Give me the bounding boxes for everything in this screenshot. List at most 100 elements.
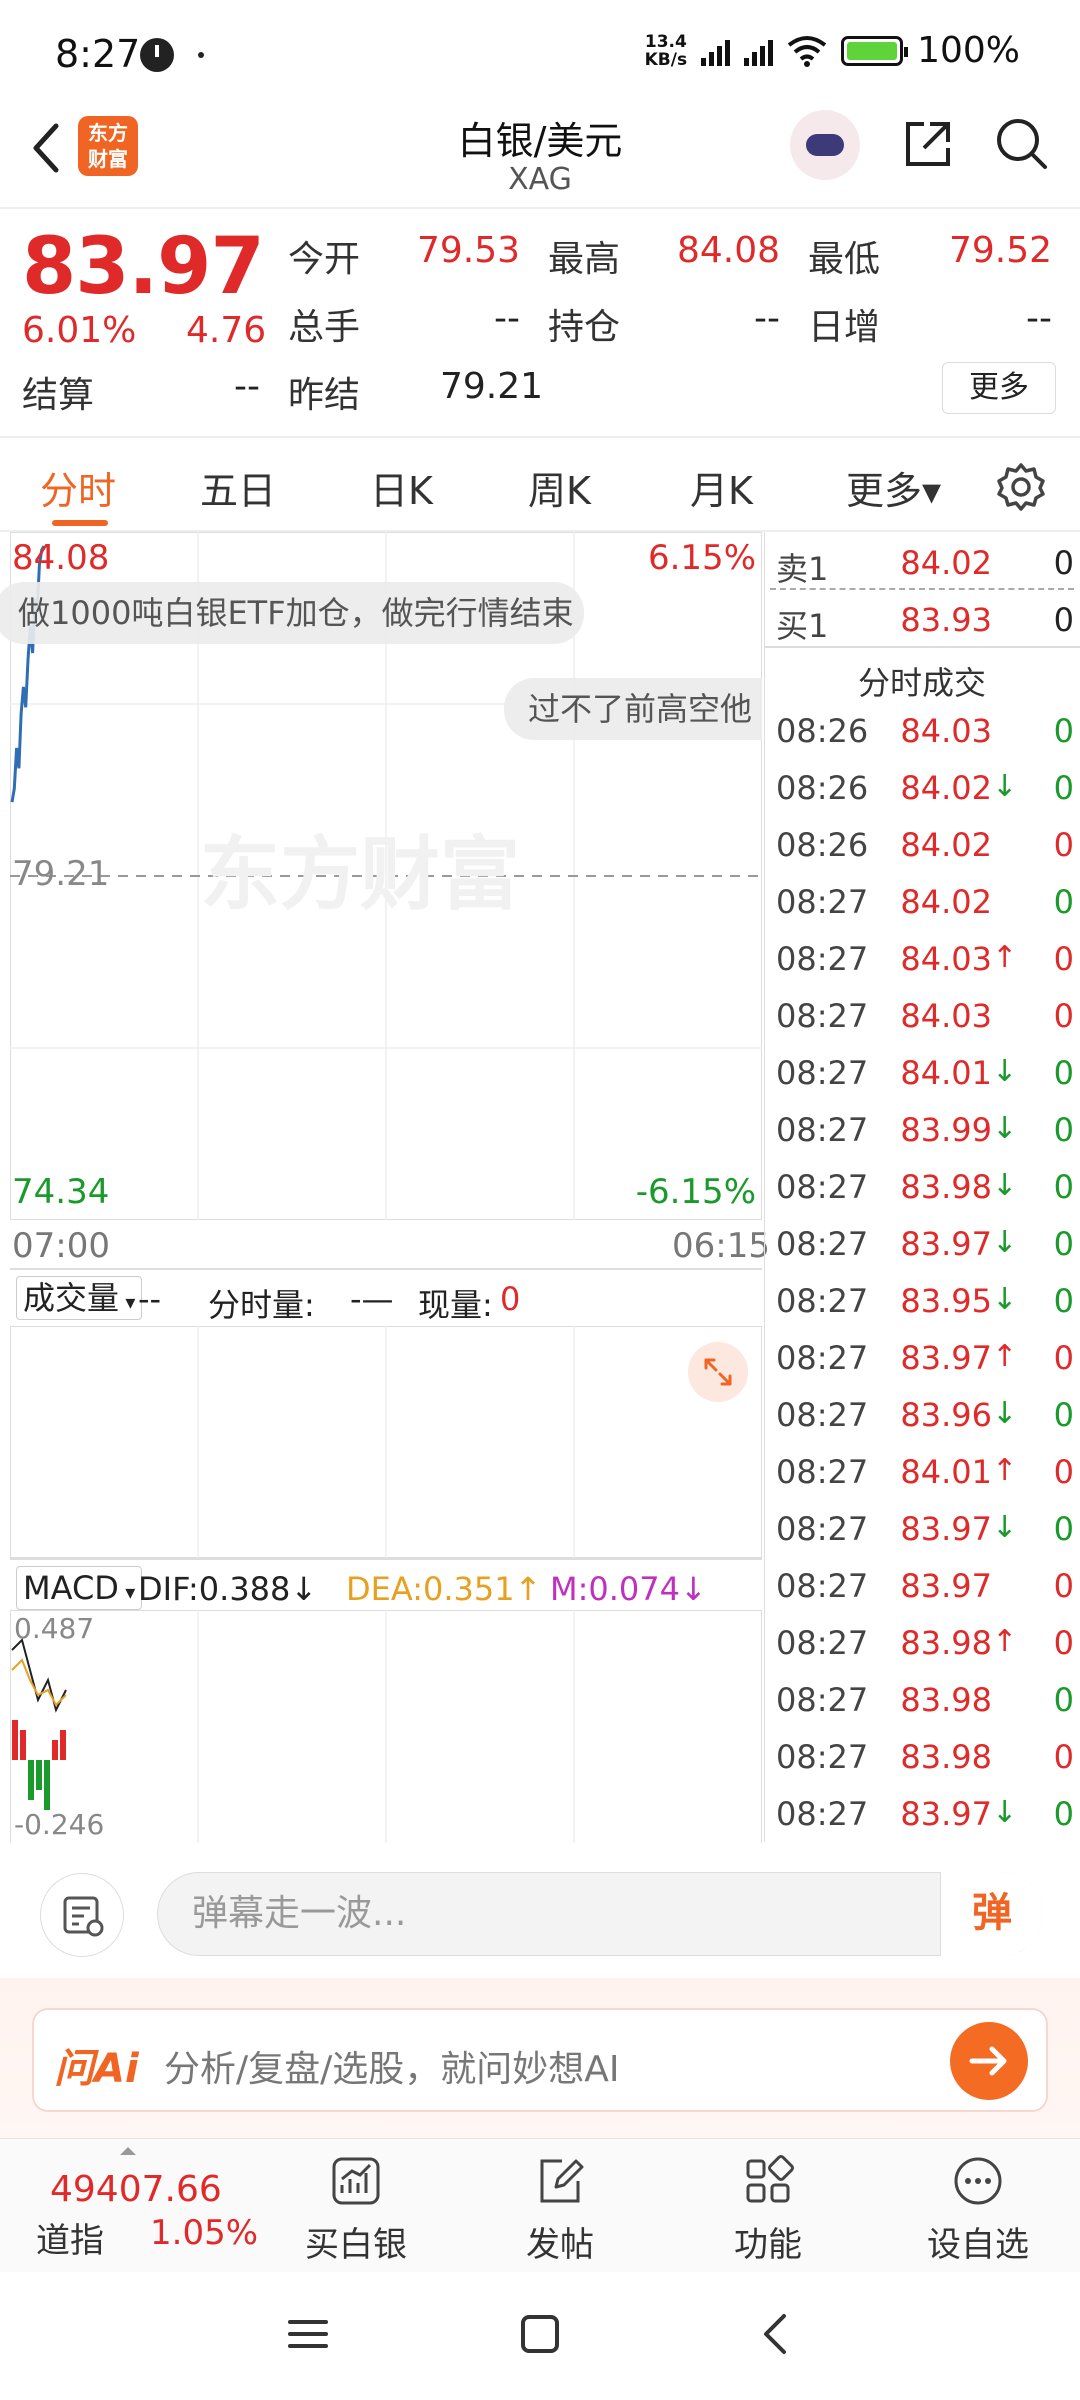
tick-price: 84.03 [900, 997, 992, 1035]
macd-dea: DEA:0.351↑ [346, 1570, 541, 1608]
tick-arrow: ↑ [992, 1453, 1018, 1488]
tick-qty: 0 [1053, 1168, 1074, 1206]
ticks-title: 分时成交 [857, 664, 986, 702]
bid-label: 买1 [776, 607, 829, 645]
battery-icon [841, 35, 909, 66]
tick-row: 08:26 84.02 0 [770, 814, 1080, 871]
tab-more[interactable]: 更多▾ [846, 460, 941, 515]
tick-arrow: ↓ [992, 1510, 1018, 1545]
dow-value: 49407.66 [50, 2169, 222, 2210]
pct-axis-bottom: -6.15% [635, 1172, 756, 1212]
tick-volume-value: -— [350, 1280, 394, 1318]
tick-row: 08:27 84.01 ↑ 0 [770, 1441, 1080, 1498]
tick-price: 84.03 [900, 712, 992, 750]
gear-icon[interactable] [996, 462, 1046, 512]
danmaku-send-button[interactable]: 弹 [940, 1872, 1043, 1956]
tick-qty: 0 [1053, 1339, 1074, 1377]
volume-value: -- [494, 298, 520, 339]
home-icon[interactable] [518, 2312, 562, 2356]
tick-row: 08:27 83.98 ↑ 0 [770, 1612, 1080, 1669]
more-quote-button[interactable]: 更多 [942, 362, 1056, 414]
functions-button[interactable]: 功能 [698, 2153, 838, 2265]
tab-weekly-k[interactable]: 周K [528, 460, 591, 515]
status-time: 8:27 [55, 32, 141, 76]
high-label: 最高 [548, 239, 621, 280]
tick-time: 08:27 [776, 1225, 869, 1263]
tick-time: 08:26 [776, 769, 869, 807]
tab-intraday[interactable]: 分时 [40, 460, 116, 515]
tick-qty: 0 [1053, 1054, 1074, 1092]
open-value: 79.53 [416, 230, 520, 271]
tick-qty: 0 [1053, 997, 1074, 1035]
tick-price: 83.98 [900, 1624, 992, 1662]
tick-price: 84.01 [900, 1054, 992, 1092]
macd-top-label: 0.487 [14, 1612, 95, 1645]
danmaku-settings-button[interactable] [40, 1873, 124, 1957]
bid-row: 买1 83.93 0 [770, 589, 1080, 646]
expand-chart-button[interactable] [688, 1342, 748, 1402]
search-icon[interactable] [992, 114, 1050, 172]
status-right: 13.4 KB/s 100% [645, 30, 1020, 71]
danmaku-bullet-2: 过不了前高空他 [504, 678, 762, 740]
tab-monthly-k[interactable]: 月K [690, 460, 753, 515]
ai-input[interactable]: 问Ai 分析/复盘/选股，就问妙想AI [32, 2008, 1048, 2112]
tick-volume-label: 分时量: [208, 1286, 315, 1324]
share-icon[interactable] [900, 116, 956, 172]
tick-qty: 0 [1053, 1795, 1074, 1833]
tick-time: 08:27 [776, 1111, 869, 1149]
chart-tabs: 分时 五日 日K 周K 月K 更多▾ [0, 440, 1080, 530]
danmaku-input[interactable]: 弹幕走一波... [157, 1872, 1043, 1956]
intraday-chart[interactable]: 东方财富 84.08 6.15% 79.21 74.34 -6.15% 做100… [0, 532, 762, 1220]
bottom-toolbar: 49407.66 道指 1.05% 买白银 发帖 功能 设自选 [0, 2138, 1080, 2272]
tick-row: 08:27 84.03 ↑ 0 [770, 928, 1080, 985]
header-divider [0, 207, 1080, 209]
tick-row: 08:27 83.97 0 [770, 1555, 1080, 1612]
menu-icon[interactable] [286, 2312, 330, 2356]
tick-time: 08:27 [776, 1339, 869, 1377]
tick-price: 83.98 [900, 1738, 992, 1776]
tick-row: 08:27 83.95 ↓ 0 [770, 1270, 1080, 1327]
tick-row: 08:27 83.98 0 [770, 1669, 1080, 1726]
status-bar: 8:27 13.4 KB/s 100% [0, 0, 1080, 110]
prev-settle-label: 昨结 [288, 375, 361, 416]
tick-price: 84.02 [900, 883, 992, 921]
dow-name: 道指 [36, 2221, 104, 2261]
tick-time: 08:27 [776, 1396, 869, 1434]
signal-hd2-icon [744, 36, 774, 66]
book-divider [764, 646, 1080, 648]
tick-row: 08:27 83.97 ↓ 0 [770, 1498, 1080, 1555]
ai-go-button[interactable] [950, 2022, 1028, 2100]
tab-daily-k[interactable]: 日K [370, 460, 433, 515]
daily-inc-label: 日增 [808, 307, 881, 348]
macd-dea-value: DEA:0.351 [346, 1570, 515, 1608]
volume-indicator-select[interactable]: 成交量 ▾ [16, 1276, 143, 1320]
tick-qty: 0 [1053, 1510, 1074, 1548]
tick-qty: 0 [1053, 940, 1074, 978]
net-speed-unit: KB/s [644, 49, 688, 70]
ai-robot-icon[interactable] [790, 110, 860, 180]
tick-price: 83.97 [900, 1795, 992, 1833]
post-button[interactable]: 发帖 [490, 2153, 630, 2265]
tick-arrow: ↓ [992, 1111, 1018, 1146]
volume-chart [10, 1326, 762, 1558]
pct-axis-top: 6.15% [647, 538, 756, 578]
macd-indicator-select[interactable]: MACD ▾ [16, 1566, 143, 1610]
buy-silver-button[interactable]: 买白银 [286, 2153, 426, 2265]
tick-price: 83.97 [900, 1510, 992, 1548]
tick-arrow: ↓ [992, 769, 1018, 804]
tick-price: 84.01 [900, 1453, 992, 1491]
tick-time: 08:27 [776, 1567, 869, 1605]
add-watchlist-button[interactable]: 设自选 [908, 2153, 1048, 2265]
macd-dif: DIF:0.388↓ [138, 1570, 317, 1608]
tick-row: 08:27 83.97 ↓ 0 [770, 1213, 1080, 1270]
tick-price: 83.95 [900, 1282, 992, 1320]
trades-panel: 卖1 84.02 0 买1 83.93 0 分时成交 08:26 84.03 0 08… [764, 532, 1080, 1842]
ask-label: 卖1 [776, 550, 829, 588]
dow-index-widget[interactable]: 49407.66 道指 1.05% [20, 2139, 260, 2273]
edit-icon [540, 2159, 584, 2203]
tick-price: 83.99 [900, 1111, 992, 1149]
macd-m: M:0.074↓ [550, 1570, 707, 1608]
tab-five-day[interactable]: 五日 [200, 460, 276, 515]
net-speed-value: 13.4 [644, 31, 687, 52]
nav-back-icon[interactable] [754, 2312, 798, 2356]
